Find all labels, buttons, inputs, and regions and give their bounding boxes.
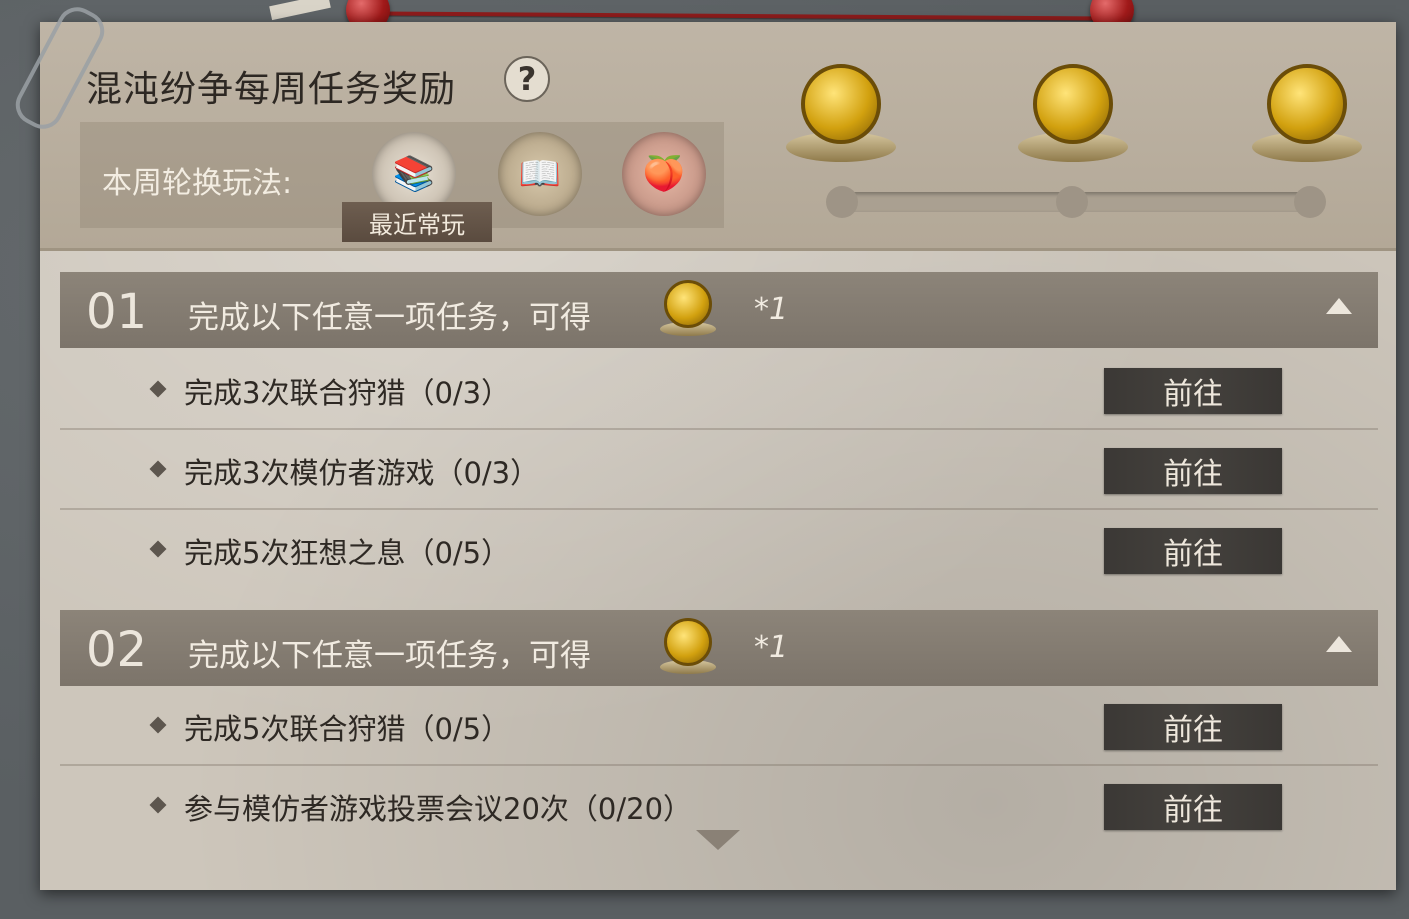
task-text: 参与模仿者游戏投票会议20次（0/20） xyxy=(184,792,693,826)
diamond-bullet-icon xyxy=(149,716,167,734)
mode-icon-book[interactable]: 📖 xyxy=(498,132,582,216)
rotation-modes-label: 本周轮换玩法: xyxy=(102,166,293,201)
task-panel: 混沌纷争每周任务奖励 ? 本周轮换玩法: 📚 📖 🍑 最近常玩 01 完成以下任 xyxy=(40,22,1396,890)
panel-header: 混沌纷争每周任务奖励 ? 本周轮换玩法: 📚 📖 🍑 最近常玩 xyxy=(40,22,1396,251)
recent-played-tag: 最近常玩 xyxy=(342,202,492,242)
go-button[interactable]: 前往 xyxy=(1104,448,1282,494)
collapse-up-icon[interactable] xyxy=(1326,298,1352,314)
page-title: 混沌纷争每周任务奖励 xyxy=(86,69,457,110)
gold-medal-icon xyxy=(1267,64,1347,144)
task-group-header-01[interactable]: 01 完成以下任意一项任务，可得 *1 xyxy=(60,272,1378,348)
gold-medal-icon xyxy=(658,278,718,342)
group-description: 完成以下任意一项任务，可得 xyxy=(188,638,591,674)
milestone-node-2 xyxy=(1056,186,1088,218)
task-text: 完成5次联合狩猎（0/5） xyxy=(184,712,511,746)
rotation-modes-panel: 本周轮换玩法: 📚 📖 🍑 最近常玩 xyxy=(80,122,724,242)
task-text: 完成3次模仿者游戏（0/3） xyxy=(184,456,540,490)
reward-multiplier: *1 xyxy=(754,292,789,327)
task-text: 完成5次狂想之息（0/5） xyxy=(184,536,511,570)
task-row: 完成3次模仿者游戏（0/3） 前往 xyxy=(60,430,1378,510)
go-button[interactable]: 前往 xyxy=(1104,528,1282,574)
milestone-medal-3[interactable] xyxy=(1252,56,1362,176)
diamond-bullet-icon xyxy=(149,540,167,558)
milestone-medal-2[interactable] xyxy=(1018,56,1128,176)
task-row: 完成3次联合狩猎（0/3） 前往 xyxy=(60,350,1378,430)
task-row: 完成5次联合狩猎（0/5） 前往 xyxy=(60,686,1378,766)
group-number: 02 xyxy=(86,622,148,678)
reward-multiplier: *1 xyxy=(754,630,789,665)
medal-coin xyxy=(664,618,712,666)
mode-icon-peach[interactable]: 🍑 xyxy=(622,132,706,216)
diamond-bullet-icon xyxy=(149,460,167,478)
medal-coin xyxy=(664,280,712,328)
go-button[interactable]: 前往 xyxy=(1104,704,1282,750)
milestone-node-1 xyxy=(826,186,858,218)
milestone-node-3 xyxy=(1294,186,1326,218)
help-icon[interactable]: ? xyxy=(504,56,550,102)
gold-medal-icon xyxy=(801,64,881,144)
milestone-medal-1[interactable] xyxy=(786,56,896,176)
task-text: 完成3次联合狩猎（0/3） xyxy=(184,376,511,410)
gold-medal-icon xyxy=(658,616,718,680)
go-button[interactable]: 前往 xyxy=(1104,784,1282,830)
group-description: 完成以下任意一项任务，可得 xyxy=(188,300,591,336)
go-button[interactable]: 前往 xyxy=(1104,368,1282,414)
task-group-header-02[interactable]: 02 完成以下任意一项任务，可得 *1 xyxy=(60,610,1378,686)
scroll-down-icon[interactable] xyxy=(696,830,740,850)
collapse-up-icon[interactable] xyxy=(1326,636,1352,652)
gold-medal-icon xyxy=(1033,64,1113,144)
diamond-bullet-icon xyxy=(149,380,167,398)
task-row: 完成5次狂想之息（0/5） 前往 xyxy=(60,510,1378,590)
diamond-bullet-icon xyxy=(149,796,167,814)
group-number: 01 xyxy=(86,284,148,340)
